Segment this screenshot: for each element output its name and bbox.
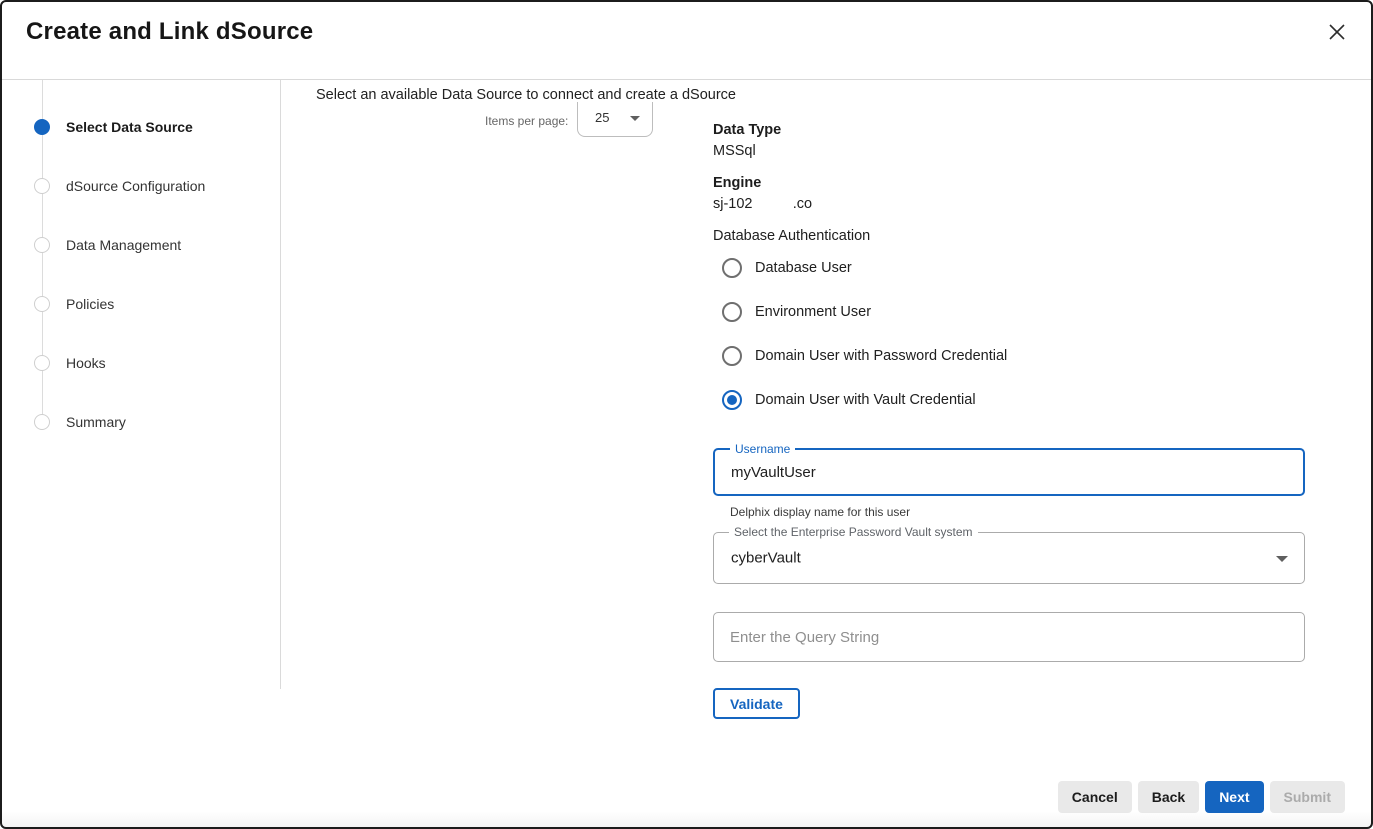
step-label: Summary (66, 414, 126, 430)
step-label: Select Data Source (66, 119, 193, 135)
engine-label: Engine (713, 175, 761, 191)
step-label: dSource Configuration (66, 178, 205, 194)
username-input[interactable] (715, 450, 1303, 494)
username-helper-text: Delphix display name for this user (730, 505, 910, 519)
step-active-dot-icon (34, 119, 50, 135)
submit-button[interactable]: Submit (1270, 781, 1345, 813)
create-and-link-dsource-dialog: Create and Link dSource Select Data Sour… (0, 0, 1373, 829)
vault-system-select[interactable]: Select the Enterprise Password Vault sys… (713, 532, 1305, 584)
next-button[interactable]: Next (1205, 781, 1263, 813)
radio-label[interactable]: Domain User with Password Credential (755, 348, 1007, 364)
vault-system-select-label: Select the Enterprise Password Vault sys… (729, 525, 978, 539)
radio-unselected-icon[interactable] (722, 302, 742, 322)
step-dot-icon (34, 178, 50, 194)
query-string-field (713, 612, 1305, 662)
radio-domain-user-password-credential[interactable]: Domain User with Password Credential (722, 346, 1007, 366)
step-dot-icon (34, 414, 50, 430)
sidebar-divider (280, 80, 281, 689)
items-per-page-select[interactable]: 25 (577, 102, 653, 137)
radio-domain-user-vault-credential[interactable]: Domain User with Vault Credential (722, 390, 976, 410)
stepper-step-hooks[interactable]: Hooks (34, 354, 106, 372)
radio-dot (727, 395, 737, 405)
chevron-down-icon (1276, 556, 1288, 562)
step-label: Hooks (66, 355, 106, 371)
close-icon (1327, 22, 1347, 42)
username-field: Username (713, 448, 1305, 496)
radio-environment-user[interactable]: Environment User (722, 302, 871, 322)
data-type-value: MSSql (713, 143, 756, 159)
back-button[interactable]: Back (1138, 781, 1199, 813)
radio-selected-icon[interactable] (722, 390, 742, 410)
step-label: Data Management (66, 237, 181, 253)
radio-label[interactable]: Environment User (755, 304, 871, 320)
engine-value: sj-102 .co (713, 196, 812, 212)
step-label: Policies (66, 296, 114, 312)
footer-actions: Cancel Back Next Submit (1058, 781, 1345, 813)
bottom-shadow (2, 811, 1371, 827)
stepper-step-data-management[interactable]: Data Management (34, 236, 181, 254)
validate-button[interactable]: Validate (713, 688, 800, 719)
query-string-input[interactable] (714, 613, 1304, 661)
vault-system-select-value: cyberVault (731, 550, 801, 567)
database-authentication-label: Database Authentication (713, 228, 870, 244)
content-header: Select an available Data Source to conne… (316, 87, 736, 103)
data-type-label: Data Type (713, 122, 781, 138)
stepper-step-summary[interactable]: Summary (34, 413, 126, 431)
page-title: Create and Link dSource (26, 18, 313, 46)
cancel-button[interactable]: Cancel (1058, 781, 1132, 813)
stepper-step-select-data-source[interactable]: Select Data Source (34, 118, 193, 136)
radio-label[interactable]: Domain User with Vault Credential (755, 392, 976, 408)
items-per-page-label: Items per page: (485, 114, 568, 128)
stepper-step-policies[interactable]: Policies (34, 295, 114, 313)
radio-unselected-icon[interactable] (722, 258, 742, 278)
chevron-down-icon (630, 116, 640, 121)
radio-unselected-icon[interactable] (722, 346, 742, 366)
step-dot-icon (34, 296, 50, 312)
radio-database-user[interactable]: Database User (722, 258, 852, 278)
close-button[interactable] (1323, 18, 1351, 46)
header-divider (2, 79, 1371, 80)
stepper-step-dsource-configuration[interactable]: dSource Configuration (34, 177, 205, 195)
step-dot-icon (34, 237, 50, 253)
step-dot-icon (34, 355, 50, 371)
items-per-page-value: 25 (595, 110, 609, 125)
radio-label[interactable]: Database User (755, 260, 852, 276)
